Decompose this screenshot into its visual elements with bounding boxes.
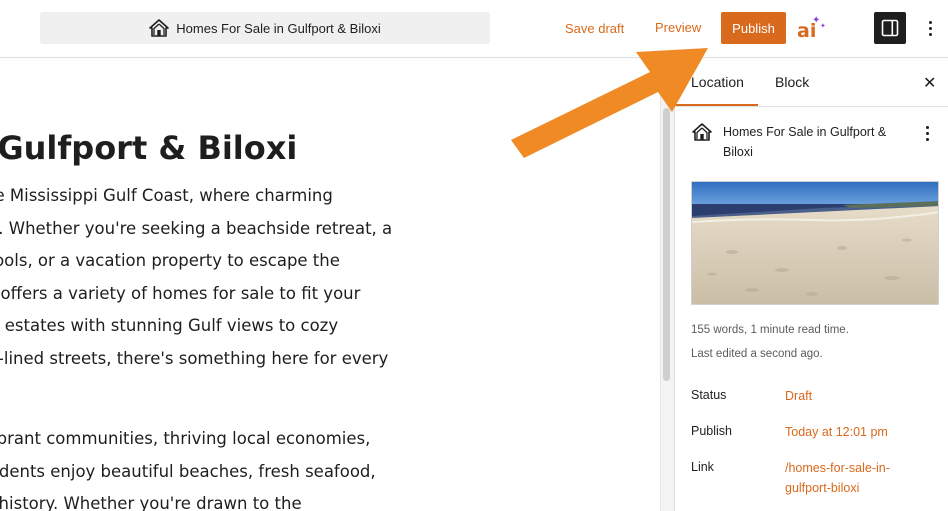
- sidebar-toggle-button[interactable]: [874, 12, 906, 44]
- location-title: Homes For Sale in Gulfport & Biloxi: [723, 125, 887, 159]
- paragraph-line: e known for their vibrant communities, t…: [0, 429, 371, 448]
- house-icon: [692, 123, 712, 141]
- paragraph-line: y access to top schools, or a vacation p…: [0, 251, 340, 270]
- sparkle-small-icon: ✦: [820, 23, 826, 30]
- document-title-bar[interactable]: Homes For Sale in Gulfport & Biloxi: [40, 12, 490, 44]
- last-edited: Last edited a second ago.: [691, 348, 823, 360]
- editor-canvas: Sale in Gulfport & Biloxi ort-Biloxi are…: [0, 59, 660, 511]
- paragraph-line: lass amenities. Residents enjoy beautifu…: [0, 461, 376, 481]
- featured-image[interactable]: [691, 181, 939, 305]
- paragraph-block-1[interactable]: ort-Biloxi area of the Mississippi Gulf …: [0, 180, 556, 375]
- preview-button[interactable]: Preview: [655, 20, 701, 35]
- paragraph-line: ctivities, and a rich history. Whether y…: [0, 494, 302, 511]
- sidebar-tabs: Location Block ✕: [675, 59, 948, 107]
- editor-header: Homes For Sale in Gulfport & Biloxi Save…: [0, 0, 948, 58]
- link-label: Link: [691, 460, 714, 474]
- post-title[interactable]: Sale in Gulfport & Biloxi: [0, 129, 484, 167]
- vertical-ellipsis-icon: [925, 125, 929, 129]
- document-title: Homes For Sale in Gulfport & Biloxi: [176, 20, 381, 36]
- close-icon[interactable]: ✕: [923, 73, 936, 93]
- settings-sidebar: Location Block ✕ Homes For Sale in Gulfp…: [674, 59, 948, 511]
- save-draft-button[interactable]: Save draft: [565, 21, 624, 36]
- paragraph-line: ort-Biloxi area of the Mississippi Gulf …: [0, 186, 333, 205]
- paragraph-block-2[interactable]: e known for their vibrant communities, t…: [0, 423, 556, 511]
- sidebar-panel-icon: [881, 19, 899, 37]
- paragraph-line: spacious waterfront estates with stunnin…: [0, 316, 339, 335]
- paragraph-line: ng picturesque tree-lined streets, there…: [0, 348, 389, 368]
- status-label: Status: [691, 388, 727, 402]
- ai-assistant-icon[interactable]: ai ✦ ✦: [797, 15, 826, 42]
- active-tab-indicator: [675, 104, 758, 106]
- status-value-button[interactable]: Draft: [785, 386, 915, 406]
- vertical-ellipsis-icon: [928, 20, 932, 24]
- word-count: 155 words, 1 minute read time.: [691, 324, 849, 336]
- paragraph-line: southern hospitality. Whether you're see…: [0, 218, 393, 238]
- tab-location[interactable]: Location: [691, 74, 744, 90]
- options-menu-button[interactable]: [920, 14, 940, 42]
- publish-date-button[interactable]: Today at 12:01 pm: [785, 422, 915, 442]
- house-icon: [149, 19, 170, 37]
- location-options-button[interactable]: [919, 123, 935, 143]
- tab-block[interactable]: Block: [775, 74, 809, 90]
- permalink-button[interactable]: /homes-for-sale-in-gulfport-biloxi: [785, 458, 915, 498]
- publish-label: Publish: [691, 424, 732, 438]
- publish-button[interactable]: Publish: [721, 12, 786, 44]
- paragraph-line: Gulfport-Biloxi area offers a variety of…: [0, 283, 361, 303]
- beach-photo: [692, 182, 938, 304]
- editor-scrollbar-thumb[interactable]: [663, 108, 670, 381]
